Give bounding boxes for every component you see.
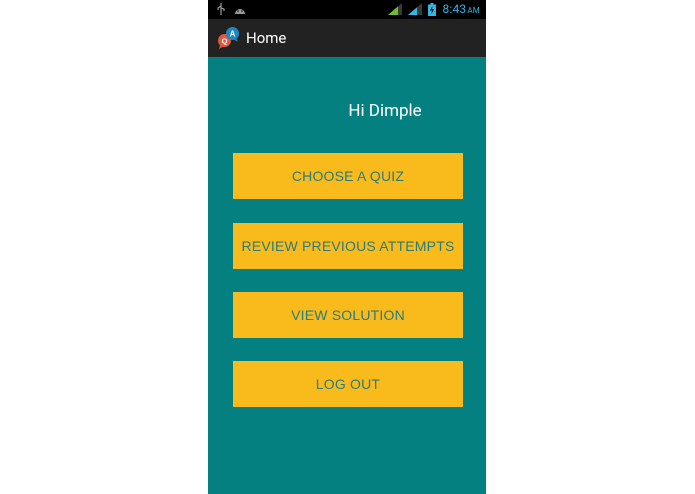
phone-screen: 8:43AM A Q Home Hi Dimple CHOOSE A QUIZ …: [208, 0, 486, 494]
action-bar: A Q Home: [208, 19, 486, 57]
choose-quiz-button[interactable]: CHOOSE A QUIZ: [233, 153, 463, 199]
qa-chat-bubbles-icon[interactable]: A Q: [216, 25, 242, 51]
greeting-text: Hi Dimple: [348, 101, 422, 121]
signal-icon: [388, 3, 403, 16]
android-debug-icon: [234, 4, 246, 14]
log-out-button[interactable]: LOG OUT: [233, 361, 463, 407]
review-attempts-button[interactable]: REVIEW PREVIOUS ATTEMPTS: [233, 223, 463, 269]
svg-text:Q: Q: [222, 37, 228, 46]
view-solution-button[interactable]: VIEW SOLUTION: [233, 292, 463, 338]
usb-icon: [216, 3, 226, 15]
svg-text:A: A: [230, 30, 236, 39]
clock-ampm: AM: [467, 6, 480, 15]
signal-icon: [408, 3, 423, 15]
page-title: Home: [246, 29, 287, 47]
clock-time: 8:43: [442, 2, 467, 16]
clock: 8:43AM: [442, 2, 480, 16]
status-right-icons: 8:43AM: [388, 2, 480, 16]
battery-charging-icon: [428, 2, 437, 16]
status-bar: 8:43AM: [208, 0, 486, 19]
status-left-icons: [216, 3, 246, 15]
